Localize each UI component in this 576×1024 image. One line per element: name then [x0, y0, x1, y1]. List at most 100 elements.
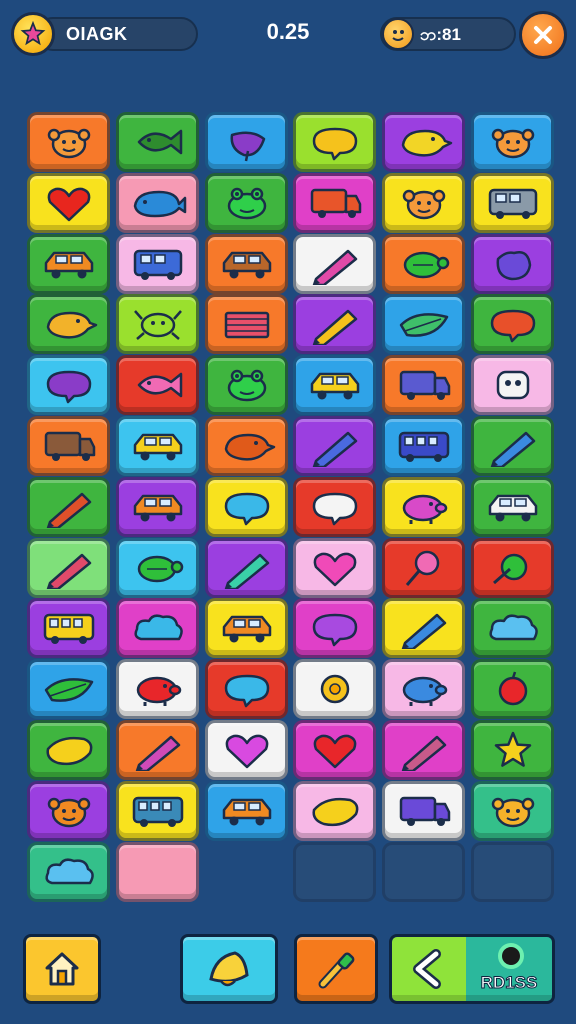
tile[interactable]	[205, 416, 288, 476]
tile[interactable]	[293, 355, 376, 415]
tile[interactable]	[293, 416, 376, 476]
tile[interactable]	[27, 355, 110, 415]
combo-panel: RD1SS	[389, 934, 555, 1004]
heart-icon	[313, 734, 356, 769]
undo-button[interactable]	[392, 937, 466, 1001]
turtle-icon	[137, 555, 183, 583]
tile[interactable]	[116, 477, 199, 537]
tile[interactable]	[205, 234, 288, 294]
tile[interactable]	[116, 355, 199, 415]
tile[interactable]	[471, 720, 554, 780]
tile[interactable]	[205, 598, 288, 658]
tile[interactable]	[471, 416, 554, 476]
tile[interactable]	[293, 720, 376, 780]
tile[interactable]	[27, 112, 110, 172]
robot-icon	[496, 370, 529, 400]
tile[interactable]	[471, 477, 554, 537]
tile[interactable]	[382, 355, 465, 415]
tile-board	[0, 0, 576, 910]
tile[interactable]	[116, 294, 199, 354]
tile[interactable]	[27, 234, 110, 294]
tile[interactable]	[471, 355, 554, 415]
tile[interactable]	[382, 598, 465, 658]
star-button[interactable]	[11, 12, 55, 56]
tile[interactable]	[293, 173, 376, 233]
tile[interactable]	[27, 173, 110, 233]
tile[interactable]	[27, 659, 110, 719]
tile[interactable]	[27, 842, 110, 902]
tile[interactable]	[116, 659, 199, 719]
tile[interactable]	[205, 659, 288, 719]
home-button[interactable]	[23, 934, 101, 1004]
tile[interactable]	[382, 659, 465, 719]
hint-button[interactable]	[180, 934, 278, 1004]
heart-icon	[313, 552, 356, 587]
tile[interactable]	[27, 720, 110, 780]
tile[interactable]	[293, 294, 376, 354]
tile[interactable]	[293, 781, 376, 841]
tile[interactable]	[382, 538, 465, 598]
car-icon	[133, 433, 182, 461]
tile[interactable]	[382, 234, 465, 294]
pencil-icon	[401, 735, 446, 771]
tile[interactable]	[471, 173, 554, 233]
tile[interactable]	[27, 294, 110, 354]
tile[interactable]	[471, 781, 554, 841]
tile[interactable]	[293, 538, 376, 598]
tile[interactable]	[116, 173, 199, 233]
tile[interactable]	[382, 477, 465, 537]
tile[interactable]	[116, 720, 199, 780]
star-icon	[494, 731, 531, 767]
tile[interactable]	[382, 720, 465, 780]
tile[interactable]	[293, 234, 376, 294]
tile[interactable]	[205, 781, 288, 841]
dropper-button[interactable]	[294, 934, 378, 1004]
tile[interactable]	[27, 416, 110, 476]
tile[interactable]	[27, 781, 110, 841]
tile[interactable]	[27, 598, 110, 658]
tile[interactable]	[27, 477, 110, 537]
tile[interactable]	[471, 598, 554, 658]
tile[interactable]	[116, 598, 199, 658]
tile	[471, 842, 554, 902]
speech-bubble-icon	[312, 492, 357, 526]
tile[interactable]	[205, 720, 288, 780]
tile[interactable]	[205, 355, 288, 415]
tile[interactable]	[471, 538, 554, 598]
combo-label: RD1SS	[480, 973, 538, 993]
tile	[382, 842, 465, 902]
tile[interactable]	[205, 538, 288, 598]
tile[interactable]	[205, 173, 288, 233]
tile[interactable]	[382, 173, 465, 233]
tile[interactable]	[27, 538, 110, 598]
tile[interactable]	[293, 659, 376, 719]
tile[interactable]	[382, 294, 465, 354]
tile[interactable]	[382, 781, 465, 841]
tile[interactable]	[116, 538, 199, 598]
tile[interactable]	[471, 659, 554, 719]
tile[interactable]	[382, 416, 465, 476]
tile[interactable]	[382, 112, 465, 172]
monkey-icon	[491, 797, 534, 828]
crab-icon	[133, 310, 182, 340]
tile[interactable]	[205, 477, 288, 537]
bird-icon	[46, 311, 97, 339]
home-icon	[45, 952, 79, 986]
tile[interactable]	[293, 598, 376, 658]
truck-icon	[399, 796, 450, 826]
car-icon	[222, 251, 271, 279]
tile[interactable]	[293, 112, 376, 172]
tile[interactable]	[471, 294, 554, 354]
pencil-icon	[135, 735, 180, 771]
tile[interactable]	[116, 112, 199, 172]
tile[interactable]	[116, 842, 199, 902]
tile[interactable]	[116, 416, 199, 476]
tile[interactable]	[205, 294, 288, 354]
tile[interactable]	[471, 112, 554, 172]
tile[interactable]	[471, 234, 554, 294]
truck-icon	[44, 431, 95, 461]
tile[interactable]	[116, 234, 199, 294]
tile[interactable]	[116, 781, 199, 841]
tile[interactable]	[205, 112, 288, 172]
tile[interactable]	[293, 477, 376, 537]
